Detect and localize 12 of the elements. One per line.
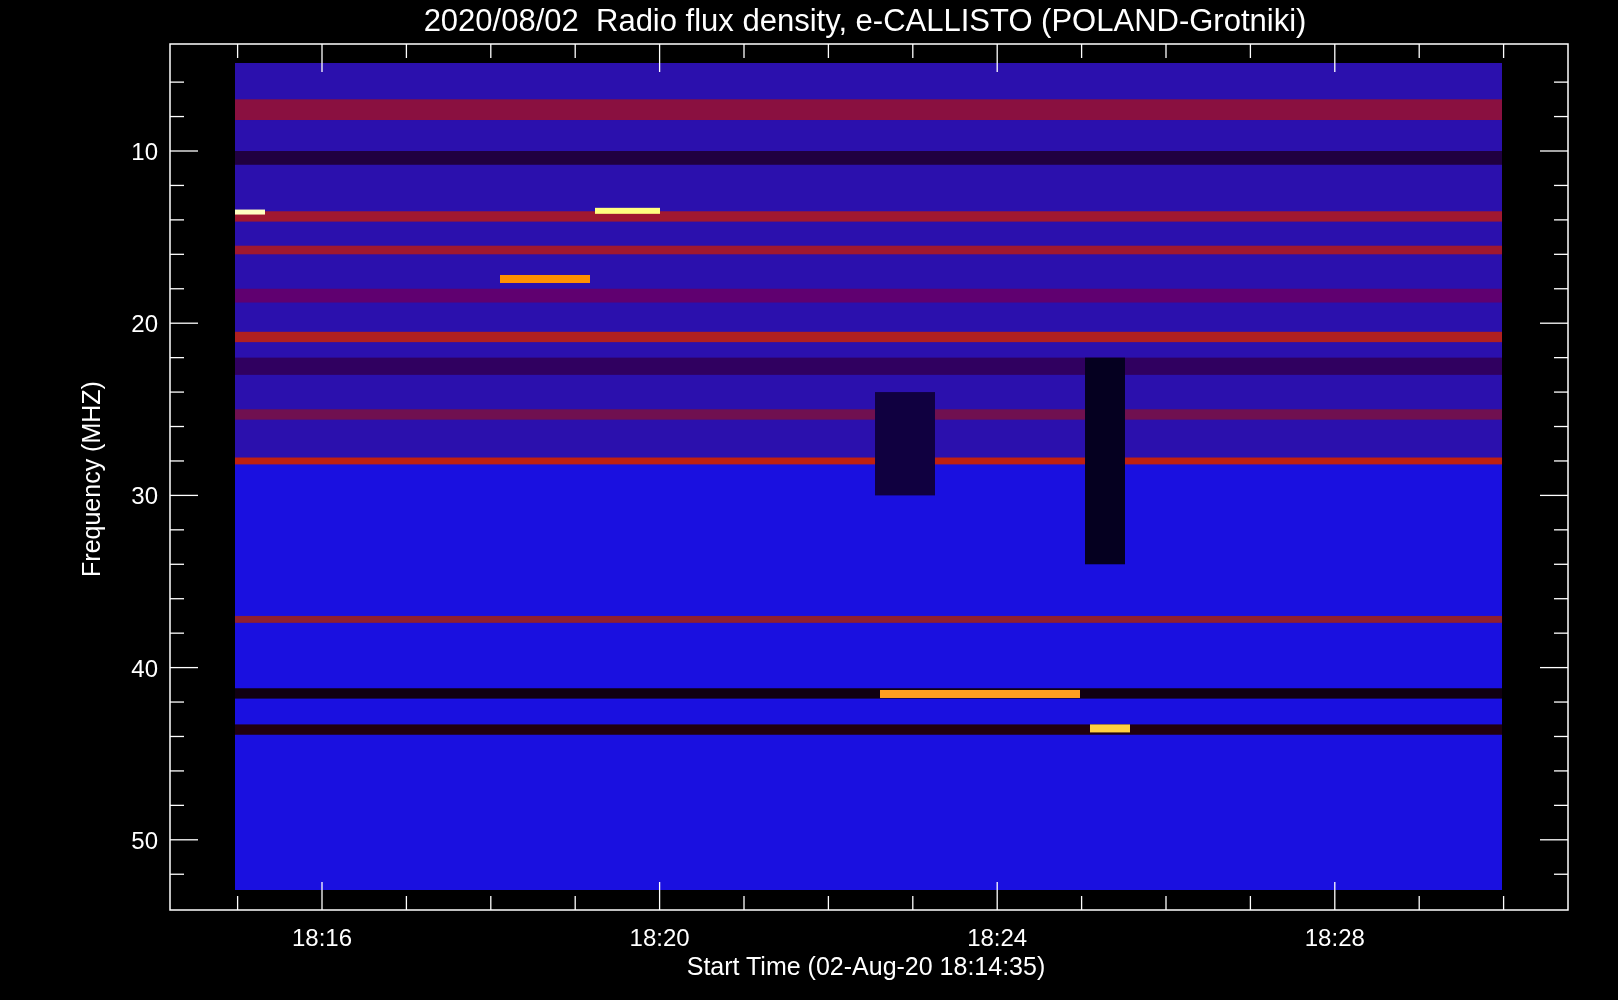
x-tick-label: 18:24 — [967, 924, 1028, 951]
x-tick-label: 18:20 — [629, 924, 690, 951]
y-tick-label: 30 — [131, 482, 158, 510]
y-tick-label: 20 — [131, 310, 158, 338]
y-tick-label: 50 — [131, 826, 158, 854]
x-tick-label: 18:28 — [1304, 924, 1365, 951]
x-axis-label: Start Time (02-Aug-20 18:14:35) — [686, 952, 1046, 980]
x-tick-label: 18:16 — [291, 924, 353, 951]
y-tick-label: 40 — [131, 654, 158, 682]
y-axis-label: Frequency (MHZ) — [77, 381, 105, 577]
chart-title: 2020/08/02 Radio flux density, e-CALLISTO (POLAND-Grotniki) — [423, 3, 1307, 38]
y-tick-label: 10 — [131, 138, 158, 165]
